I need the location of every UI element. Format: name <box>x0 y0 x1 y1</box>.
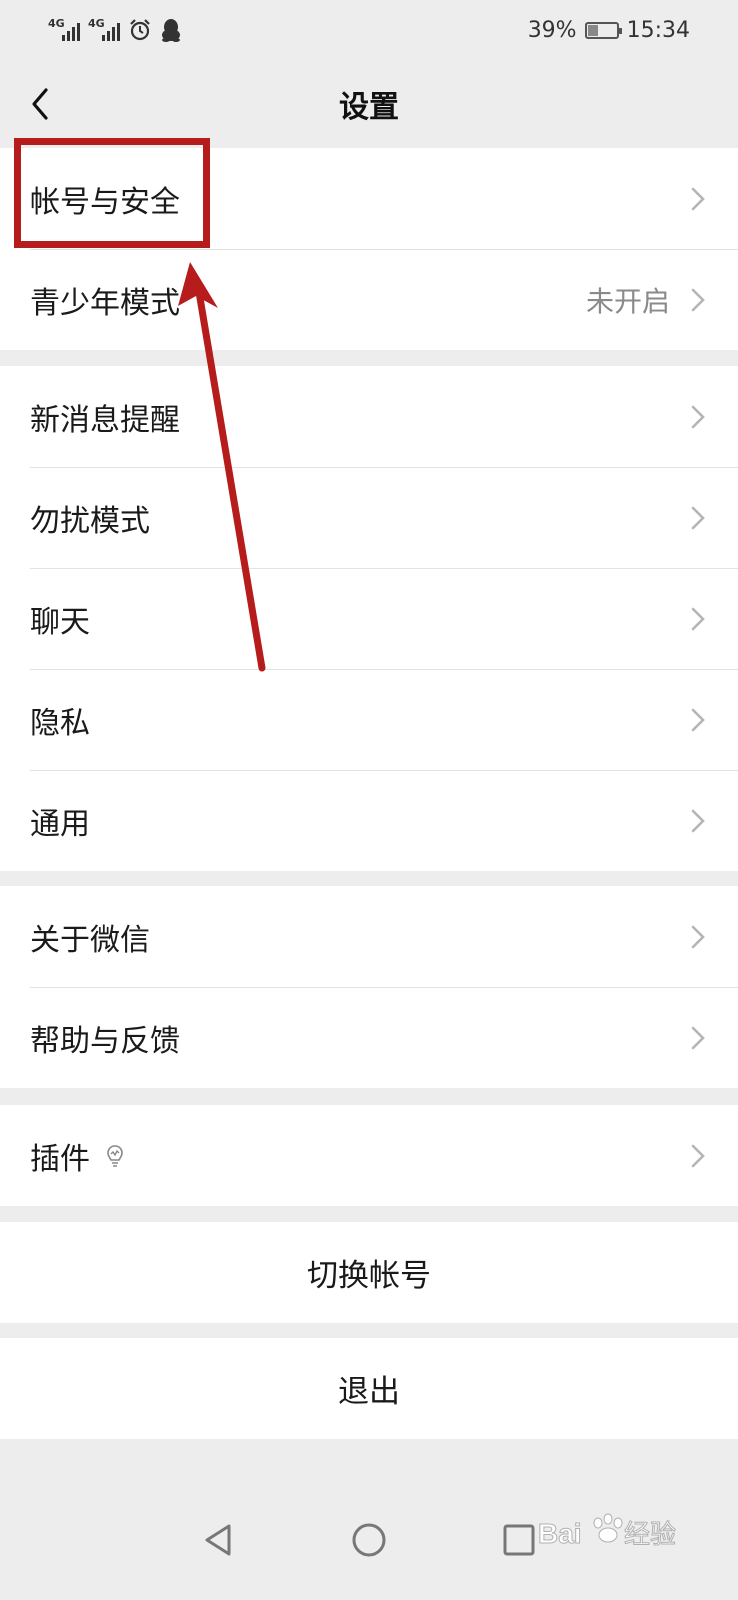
chevron-right-icon <box>691 187 705 211</box>
system-navigation-bar <box>0 1480 738 1600</box>
chevron-right-icon <box>691 607 705 631</box>
settings-item-account-security[interactable]: 帐号与安全 <box>0 148 738 249</box>
chevron-right-icon <box>691 809 705 833</box>
settings-item-label: 新消息提醒 <box>30 402 180 438</box>
settings-item-plugins[interactable]: 插件 <box>0 1105 738 1206</box>
settings-item-label: 青少年模式 <box>30 285 180 321</box>
signal-icon: 4G <box>88 17 120 41</box>
lightbulb-icon <box>107 1144 123 1167</box>
chevron-right-icon <box>691 1144 705 1168</box>
battery-icon <box>584 21 622 39</box>
settings-item-label: 插件 <box>30 1141 90 1177</box>
teen-mode-status: 未开启 <box>585 284 670 318</box>
chevron-right-icon <box>691 288 705 312</box>
signal-icon: 4G <box>48 17 80 41</box>
clock: 15:34 <box>626 17 690 43</box>
settings-item-label: 通用 <box>30 806 90 842</box>
status-left: 4G 4G <box>48 17 182 42</box>
settings-item-help-feedback[interactable]: 帮助与反馈 <box>0 987 738 1088</box>
settings-item-general[interactable]: 通用 <box>0 770 738 871</box>
settings-item-label: 关于微信 <box>30 922 150 958</box>
settings-item-label: 帐号与安全 <box>30 184 180 220</box>
chevron-right-icon <box>691 708 705 732</box>
switch-account-label: 切换帐号 <box>307 1258 431 1294</box>
settings-item-chat[interactable]: 聊天 <box>0 568 738 669</box>
settings-item-label: 帮助与反馈 <box>30 1023 180 1059</box>
logout-label: 退出 <box>338 1374 400 1410</box>
settings-item-label: 隐私 <box>30 705 90 741</box>
qq-icon <box>162 19 180 42</box>
logout-button[interactable]: 退出 <box>0 1338 738 1439</box>
battery-percent: 39% <box>527 17 577 43</box>
settings-group-account: 帐号与安全 青少年模式 未开启 <box>0 148 738 350</box>
alarm-icon <box>130 19 150 41</box>
network-type-label: 4G <box>88 17 105 30</box>
chevron-right-icon <box>691 925 705 949</box>
settings-group-plugins: 插件 <box>0 1105 738 1206</box>
settings-item-do-not-disturb[interactable]: 勿扰模式 <box>0 467 738 568</box>
page-title: 设置 <box>339 90 399 125</box>
settings-group-about: 关于微信 帮助与反馈 <box>0 886 738 1088</box>
chevron-right-icon <box>691 506 705 530</box>
network-type-label: 4G <box>48 17 65 30</box>
navigation-bar: 设置 <box>0 60 738 148</box>
switch-account-button[interactable]: 切换帐号 <box>0 1222 738 1323</box>
chevron-right-icon <box>691 405 705 429</box>
status-bar: 4G 4G 39% 15:34 <box>0 0 738 60</box>
settings-item-teen-mode[interactable]: 青少年模式 未开启 <box>0 249 738 350</box>
settings-item-privacy[interactable]: 隐私 <box>0 669 738 770</box>
settings-item-about-wechat[interactable]: 关于微信 <box>0 886 738 987</box>
status-right: 39% 15:34 <box>528 18 690 43</box>
chevron-left-icon[interactable] <box>22 84 62 124</box>
back-triangle-icon[interactable] <box>199 1520 239 1560</box>
home-circle-icon[interactable] <box>349 1520 389 1560</box>
settings-item-label: 聊天 <box>30 604 90 640</box>
settings-item-new-message-notify[interactable]: 新消息提醒 <box>0 366 738 467</box>
settings-group-general: 新消息提醒 勿扰模式 聊天 隐私 通用 <box>0 366 738 871</box>
battery-fill <box>587 24 598 36</box>
recents-square-icon[interactable] <box>499 1520 539 1560</box>
chevron-right-icon <box>691 1026 705 1050</box>
settings-item-label: 勿扰模式 <box>30 503 150 539</box>
